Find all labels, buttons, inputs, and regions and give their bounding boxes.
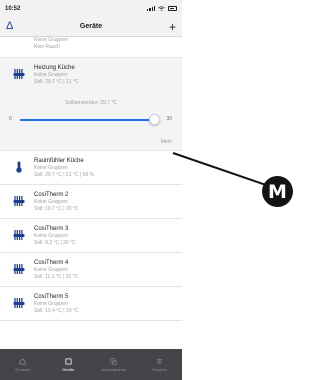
devices-icon [65, 357, 72, 365]
thermometer-icon [16, 161, 22, 173]
page-title: Geräte [79, 23, 103, 30]
tab-zuhause[interactable]: Zuhause [0, 349, 46, 380]
wifi-icon [158, 6, 165, 11]
device-values: Soll: 11,2 °C | 20 °C [34, 274, 79, 280]
device-values: Soll: 10,4 °C | 20 °C [34, 308, 79, 314]
device-row[interactable]: CosiTherm 4 Keine Gruppen Soll: 11,2 °C … [0, 253, 182, 287]
device-row[interactable]: CosiTherm 3 Keine Gruppen Soll: 9,3 °C |… [0, 219, 182, 253]
tab-bar: Zuhause Geräte Automationen Gruppen [0, 349, 182, 380]
slider-track[interactable] [20, 119, 156, 121]
slider-label: Solltemperatur: 29,7 °C [64, 100, 118, 106]
slider-max-label: 30 [166, 116, 172, 122]
tab-automationen[interactable]: Automationen [91, 349, 137, 380]
tab-geraete[interactable]: Geräte [46, 349, 92, 380]
device-row[interactable]: Raumfühler Küche Keine Gruppen Soll: 29,… [0, 151, 182, 185]
add-device-button[interactable]: + [169, 21, 176, 33]
nav-bar: Δ Geräte + [0, 17, 182, 37]
radiator-icon [13, 68, 25, 80]
device-groups: Keine Gruppen [34, 267, 68, 273]
device-name: CosiTherm 5 [34, 294, 69, 300]
tab-gruppen[interactable]: Gruppen [137, 349, 183, 380]
more-link[interactable]: Mehr [161, 139, 172, 145]
device-text: CosiTherm 3 Keine Gruppen Soll: 9,3 °C |… [34, 225, 178, 247]
groups-icon [156, 358, 162, 364]
device-groups: Keine Gruppen [34, 165, 68, 171]
device-text: CosiTherm 5 Keine Gruppen Soll: 10,4 °C … [34, 293, 178, 315]
device-groups: Keine Gruppen [34, 233, 68, 239]
list-item-partial[interactable]: Keine Gruppen Kein Rauch [0, 37, 182, 58]
app-logo-icon: Δ [6, 20, 14, 32]
device-list[interactable]: Keine Gruppen Kein Rauch Heizung Küche K… [0, 37, 182, 349]
device-values: Soll: 29,7 °C | 21 °C | 58 % [34, 172, 94, 178]
device-values: Soll: 9,3 °C | 20 °C [34, 240, 76, 246]
status-time: 10:52 [5, 5, 21, 12]
radiator-icon [13, 263, 25, 275]
device-groups: Keine Gruppen [34, 72, 68, 78]
radiator-icon [13, 297, 25, 309]
battery-icon [168, 6, 177, 11]
slider-min-label: 0 [9, 116, 12, 122]
slider-thumb[interactable] [149, 114, 161, 125]
tab-label: Automationen [101, 366, 127, 372]
device-name: CosiTherm 2 [34, 192, 69, 198]
device-groups: Keine Gruppen [34, 37, 68, 43]
device-text: CosiTherm 2 Keine Gruppen Soll: 10,7 °C … [34, 191, 178, 213]
callout-badge: M [262, 176, 293, 207]
device-name: Heizung Küche [34, 65, 75, 71]
device-row[interactable]: CosiTherm 2 Keine Gruppen Soll: 10,7 °C … [0, 185, 182, 219]
automation-icon [110, 357, 117, 365]
tab-label: Zuhause [14, 366, 31, 372]
device-status: Kein Rauch [34, 44, 60, 50]
device-text: Heizung Küche Keine Gruppen Soll: 29,7 °… [34, 64, 178, 86]
status-bar: 10:52 [0, 0, 182, 17]
device-text: Raumfühler Küche Keine Gruppen Soll: 29,… [34, 157, 178, 179]
tab-label: Geräte [62, 366, 75, 372]
device-row[interactable]: CosiTherm 5 Keine Gruppen Soll: 10,4 °C … [0, 287, 182, 321]
device-row-heizung-kueche[interactable]: Heizung Küche Keine Gruppen Soll: 29,7 °… [0, 58, 182, 94]
device-text: CosiTherm 4 Keine Gruppen Soll: 11,2 °C … [34, 259, 178, 281]
home-icon [19, 357, 26, 364]
tab-label: Gruppen [151, 366, 168, 372]
device-values: Soll: 29,7 °C | 21 °C [34, 79, 79, 85]
device-name: CosiTherm 3 [34, 226, 69, 232]
device-name: Raumfühler Küche [34, 158, 84, 164]
device-groups: Keine Gruppen [34, 301, 68, 307]
signal-icon [147, 6, 155, 11]
status-icons [147, 6, 177, 11]
phone-screen: 10:52 Δ Geräte + Keine Gruppen Kein Rauc… [0, 0, 182, 380]
radiator-icon [13, 195, 25, 207]
device-name: CosiTherm 4 [34, 260, 69, 266]
device-groups: Keine Gruppen [34, 199, 68, 205]
device-values: Soll: 10,7 °C | 20 °C [34, 206, 79, 212]
temperature-slider-panel: Solltemperatur: 29,7 °C 0 30 Mehr [0, 94, 182, 151]
slider-fill [20, 119, 155, 121]
radiator-icon [13, 229, 25, 241]
